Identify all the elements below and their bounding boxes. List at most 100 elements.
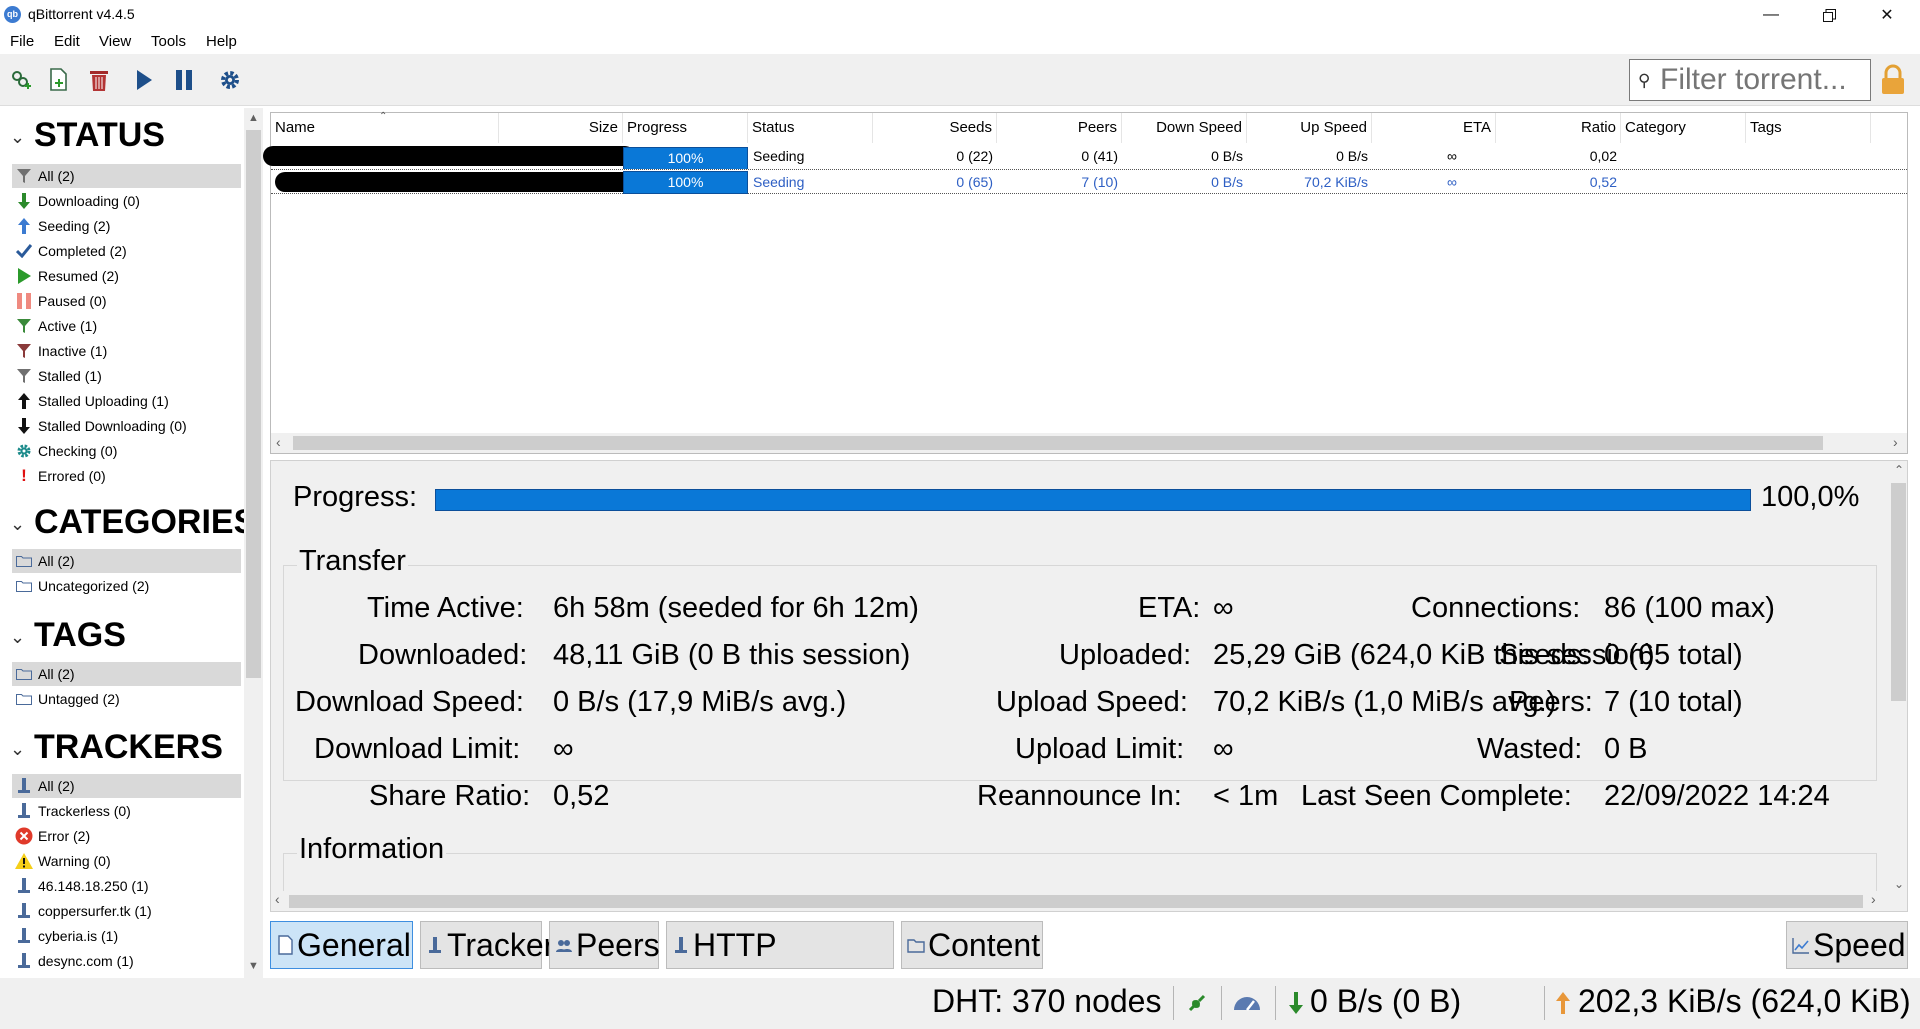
minimize-button[interactable]: — (1748, 0, 1794, 30)
download-speed-status[interactable]: 0 B/s (0 B) (1310, 983, 1461, 1020)
tracker-error[interactable]: Error (2) (12, 824, 241, 848)
progress-bar: 100% (623, 147, 748, 170)
play-icon (14, 264, 34, 288)
column-progress[interactable]: Progress (623, 113, 748, 143)
scroll-up-icon[interactable]: ▲ (248, 112, 259, 124)
tag-untagged[interactable]: Untagged (2) (12, 687, 241, 711)
table-row[interactable]: 100% Seeding 0 (22) 0 (41) 0 B/s 0 B/s ∞… (263, 144, 1907, 170)
connection-status-icon[interactable] (1186, 992, 1208, 1019)
tag-all[interactable]: All (2) (12, 662, 241, 686)
pause-button[interactable] (171, 67, 197, 93)
filter-downloading[interactable]: Downloading (0) (12, 189, 241, 213)
share-ratio-value: 0,52 (553, 780, 610, 812)
chevron-down-icon: ⌄ (10, 626, 26, 647)
filter-stalled-uploading[interactable]: Stalled Uploading (1) (12, 389, 241, 413)
scroll-right-icon[interactable]: › (1871, 891, 1876, 907)
scroll-up-icon[interactable]: ⌃ (1894, 463, 1904, 477)
details-vertical-scrollbar[interactable]: ⌃ ⌄ (1889, 461, 1907, 897)
trackers-header[interactable]: ⌄ TRACKERS (10, 728, 223, 767)
scrollbar-thumb[interactable] (246, 130, 261, 678)
menu-file[interactable]: File (10, 33, 34, 50)
information-title: Information (297, 833, 447, 866)
scrollbar-thumb[interactable] (293, 436, 1823, 450)
menu-view[interactable]: View (99, 33, 131, 50)
category-all[interactable]: All (2) (12, 549, 241, 573)
tracker-item[interactable]: coppersurfer.tk (1) (12, 899, 241, 923)
scrollbar-thumb[interactable] (1891, 483, 1906, 701)
status-header[interactable]: ⌄ STATUS (10, 116, 165, 155)
scrollbar-thumb[interactable] (289, 895, 1863, 908)
tab-content[interactable]: Content (901, 921, 1043, 969)
filter-checking[interactable]: Checking (0) (12, 439, 241, 463)
column-seeds[interactable]: Seeds (873, 113, 997, 143)
filter-errored[interactable]: ! Errored (0) (12, 464, 241, 488)
tracker-item[interactable]: desync.com (1) (12, 949, 241, 973)
column-size[interactable]: Size (499, 113, 623, 143)
filter-stalled-downloading[interactable]: Stalled Downloading (0) (12, 414, 241, 438)
scroll-down-icon[interactable]: ▼ (248, 960, 259, 972)
tracker-trackerless[interactable]: Trackerless (0) (12, 799, 241, 823)
column-category[interactable]: Category (1621, 113, 1746, 143)
seeds-cell: 0 (65) (956, 174, 993, 190)
title-bar: qb qBittorrent v4.4.5 — ✕ (0, 0, 1920, 30)
tab-http-sources[interactable]: HTTP Sources (666, 921, 894, 1009)
column-down-speed[interactable]: Down Speed (1122, 113, 1247, 143)
delete-button[interactable] (86, 67, 112, 93)
filter-active[interactable]: Active (1) (12, 314, 241, 338)
tab-speed[interactable]: Speed (1786, 921, 1908, 969)
seeds-cell: 0 (22) (956, 148, 993, 164)
table-row-selected[interactable]: 100% Seeding 0 (65) 7 (10) 0 B/s 70,2 Ki… (271, 169, 1907, 194)
filter-all[interactable]: All (2) (12, 164, 241, 188)
up-speed-cell: 70,2 KiB/s (1304, 174, 1368, 190)
filter-box[interactable]: ⚲ (1629, 59, 1871, 101)
column-ratio[interactable]: Ratio (1496, 113, 1621, 143)
category-uncategorized[interactable]: Uncategorized (2) (12, 574, 241, 598)
sidebar-scrollbar[interactable]: ▲ ▼ (244, 108, 263, 978)
filter-completed[interactable]: Completed (2) (12, 239, 241, 263)
tracker-item[interactable]: 46.148.18.250 (1) (12, 874, 241, 898)
scroll-right-icon[interactable]: › (1893, 434, 1898, 450)
filter-input[interactable] (1660, 64, 1865, 96)
tab-general[interactable]: General (270, 921, 413, 969)
list-horizontal-scrollbar[interactable]: ‹ › (271, 433, 1907, 453)
menu-help[interactable]: Help (206, 33, 237, 50)
upload-speed-status[interactable]: 202,3 KiB/s (624,0 KiB) (1578, 983, 1911, 1020)
column-tags[interactable]: Tags (1746, 113, 1871, 143)
close-button[interactable]: ✕ (1864, 0, 1910, 30)
add-torrent-link-button[interactable] (8, 67, 34, 93)
connections-label: Connections: (1411, 592, 1581, 624)
download-limit-label: Download Limit: (314, 733, 521, 765)
tags-header[interactable]: ⌄ TAGS (10, 616, 126, 655)
document-icon (278, 935, 293, 955)
scroll-down-icon[interactable]: ⌄ (1894, 877, 1904, 891)
menu-tools[interactable]: Tools (151, 33, 186, 50)
column-eta[interactable]: ETA (1372, 113, 1496, 143)
tab-peers[interactable]: Peers (549, 921, 660, 969)
eta-cell: ∞ (1447, 174, 1457, 190)
speed-limits-toggle-icon[interactable] (1232, 992, 1262, 1017)
scroll-left-icon[interactable]: ‹ (276, 434, 281, 450)
tracker-all[interactable]: All (2) (12, 774, 241, 798)
tracker-warning[interactable]: Warning (0) (12, 849, 241, 873)
resume-button[interactable] (131, 67, 157, 93)
add-torrent-file-button[interactable] (46, 67, 72, 93)
tracker-item[interactable]: cyberia.is (1) (12, 924, 241, 948)
restore-button[interactable] (1806, 0, 1852, 30)
download-arrow-icon (14, 189, 34, 213)
filter-stalled[interactable]: Stalled (1) (12, 364, 241, 388)
filter-inactive[interactable]: Inactive (1) (12, 339, 241, 363)
filter-seeding[interactable]: Seeding (2) (12, 214, 241, 238)
categories-header[interactable]: ⌄ CATEGORIES (10, 503, 256, 542)
peers-cell: 0 (41) (1081, 148, 1118, 164)
column-up-speed[interactable]: Up Speed (1247, 113, 1372, 143)
filter-paused[interactable]: Paused (0) (12, 289, 241, 313)
column-status[interactable]: Status (748, 113, 873, 143)
scroll-left-icon[interactable]: ‹ (275, 891, 280, 907)
filter-resumed[interactable]: Resumed (2) (12, 264, 241, 288)
details-horizontal-scrollbar[interactable]: ‹ › (271, 891, 1889, 911)
options-button[interactable] (217, 67, 243, 93)
column-peers[interactable]: Peers (997, 113, 1122, 143)
menu-edit[interactable]: Edit (54, 33, 80, 50)
lock-icon[interactable] (1880, 64, 1906, 101)
tab-trackers[interactable]: Trackers (420, 921, 570, 969)
